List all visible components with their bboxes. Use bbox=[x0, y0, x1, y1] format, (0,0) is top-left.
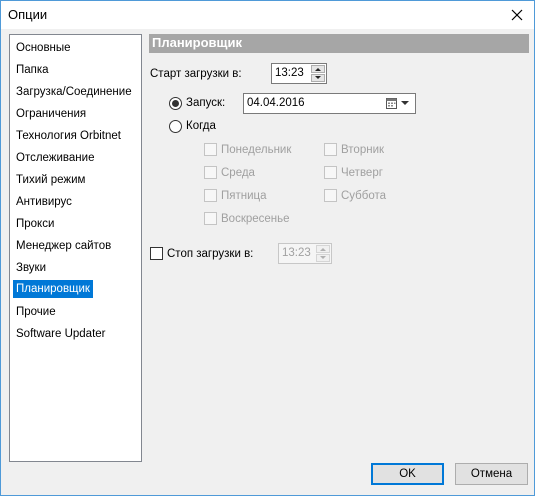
options-dialog: Опции Основные Папка Загрузка/Соединение… bbox=[0, 0, 535, 496]
stop-time-checkbox[interactable] bbox=[150, 247, 163, 260]
wednesday-label: Среда bbox=[221, 167, 255, 179]
nav-item-orbitnet[interactable]: Технология Orbitnet bbox=[13, 127, 124, 145]
start-time-value: 13:23 bbox=[275, 67, 304, 79]
arrow-up-icon bbox=[320, 248, 326, 251]
arrow-down-icon bbox=[315, 76, 321, 79]
friday-label: Пятница bbox=[221, 190, 267, 202]
sunday-label: Воскресенье bbox=[221, 213, 290, 225]
saturday-label: Суббота bbox=[341, 190, 387, 202]
saturday-checkbox[interactable] bbox=[324, 189, 337, 202]
nav-item-antivirus[interactable]: Антивирус bbox=[13, 193, 75, 211]
launch-label: Запуск: bbox=[186, 97, 226, 109]
start-time-down-button[interactable] bbox=[311, 74, 325, 82]
nav-item-silent-mode[interactable]: Тихий режим bbox=[13, 171, 88, 189]
calendar-dropdown-button[interactable] bbox=[386, 97, 412, 110]
title-bar: Опции bbox=[1, 1, 534, 29]
calendar-icon bbox=[386, 98, 397, 109]
nav-item-proxy[interactable]: Прокси bbox=[13, 215, 57, 233]
when-radio[interactable] bbox=[169, 120, 182, 133]
close-button[interactable] bbox=[500, 1, 534, 29]
section-title: Планировщик bbox=[152, 35, 243, 50]
nav-item-download-connection[interactable]: Загрузка/Соединение bbox=[13, 83, 135, 101]
thursday-label: Четверг bbox=[341, 167, 383, 179]
sunday-checkbox[interactable] bbox=[204, 212, 217, 225]
stop-time-spin-buttons bbox=[316, 245, 330, 262]
nav-item-limits[interactable]: Ограничения bbox=[13, 105, 89, 123]
when-label: Когда bbox=[186, 120, 216, 132]
thursday-checkbox[interactable] bbox=[324, 166, 337, 179]
start-time-spinner[interactable]: 13:23 bbox=[271, 63, 327, 84]
nav-item-monitoring[interactable]: Отслеживание bbox=[13, 149, 97, 167]
monday-label: Понедельник bbox=[221, 144, 292, 156]
nav-item-sounds[interactable]: Звуки bbox=[13, 259, 49, 277]
launch-date-picker[interactable]: 04.04.2016 bbox=[243, 93, 416, 114]
chevron-down-icon bbox=[401, 101, 409, 105]
start-time-spin-buttons bbox=[311, 65, 325, 82]
start-time-label: Старт загрузки в: bbox=[150, 68, 242, 80]
wednesday-checkbox[interactable] bbox=[204, 166, 217, 179]
stop-time-spinner[interactable]: 13:23 bbox=[278, 243, 332, 264]
ok-button[interactable]: OK bbox=[371, 463, 444, 485]
nav-item-other[interactable]: Прочие bbox=[13, 303, 59, 321]
arrow-up-icon bbox=[315, 68, 321, 71]
monday-checkbox[interactable] bbox=[204, 143, 217, 156]
close-icon bbox=[511, 9, 523, 21]
stop-time-value: 13:23 bbox=[282, 247, 311, 259]
nav-item-software-updater[interactable]: Software Updater bbox=[13, 325, 109, 343]
launch-date-value: 04.04.2016 bbox=[247, 97, 305, 109]
stop-time-down-button[interactable] bbox=[316, 254, 330, 262]
stop-time-label: Стоп загрузки в: bbox=[167, 248, 254, 260]
nav-item-general[interactable]: Основные bbox=[13, 39, 74, 57]
start-time-up-button[interactable] bbox=[311, 65, 325, 73]
category-list[interactable]: Основные Папка Загрузка/Соединение Огран… bbox=[9, 34, 142, 462]
stop-time-up-button[interactable] bbox=[316, 245, 330, 253]
window-title: Опции bbox=[8, 7, 48, 22]
nav-item-site-manager[interactable]: Менеджер сайтов bbox=[13, 237, 114, 255]
tuesday-checkbox[interactable] bbox=[324, 143, 337, 156]
nav-item-folder[interactable]: Папка bbox=[13, 61, 52, 79]
launch-radio[interactable] bbox=[169, 97, 182, 110]
cancel-button[interactable]: Отмена bbox=[455, 463, 528, 485]
friday-checkbox[interactable] bbox=[204, 189, 217, 202]
nav-item-scheduler[interactable]: Планировщик bbox=[13, 280, 93, 298]
section-header: Планировщик bbox=[149, 34, 529, 53]
arrow-down-icon bbox=[320, 256, 326, 259]
tuesday-label: Вторник bbox=[341, 144, 385, 156]
